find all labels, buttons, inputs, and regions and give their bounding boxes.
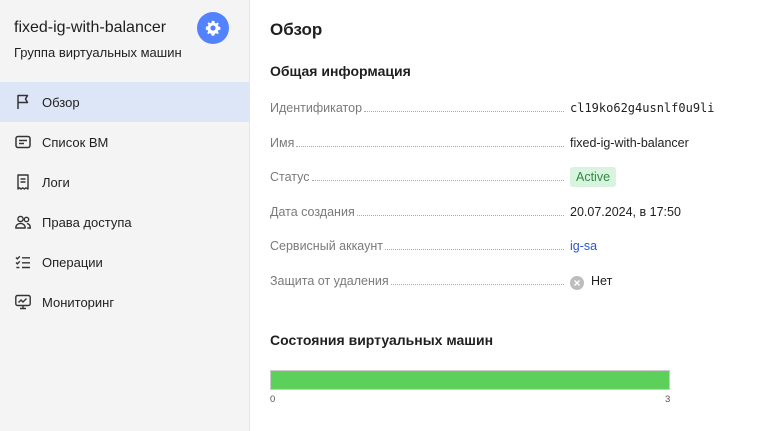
gear-icon (205, 20, 221, 36)
receipt-icon (14, 173, 32, 191)
field-row-service-account: Сервисный аккаунт ig-sa (270, 236, 740, 256)
vm-states-heading: Состояния виртуальных машин (270, 332, 494, 348)
field-row-status: Статус Active (270, 167, 740, 187)
instance-group-subtitle: Группа виртуальных машин (14, 45, 182, 60)
sidebar-item-label: Список ВМ (42, 134, 109, 150)
sidebar-item-logs[interactable]: Логи (0, 162, 249, 202)
dotted-leader (385, 236, 564, 250)
instance-group-title: fixed-ig-with-balancer (14, 19, 167, 36)
list-card-icon (14, 133, 32, 151)
field-row-name: Имя fixed-ig-with-balancer (270, 133, 740, 153)
sidebar-item-operations[interactable]: Операции (0, 242, 249, 282)
sidebar-item-overview[interactable]: Обзор (0, 82, 249, 122)
sidebar-nav: Обзор Список ВМ Логи Права доступа Опера… (0, 82, 249, 322)
field-row-created: Дата создания 20.07.2024, в 17:50 (270, 202, 740, 222)
sidebar-header: fixed-ig-with-balancer Группа виртуальны… (0, 0, 249, 82)
vm-states-bar (270, 370, 670, 390)
close-circle-icon (570, 276, 584, 290)
general-info-heading: Общая информация (270, 63, 411, 79)
dotted-leader (311, 167, 564, 181)
sidebar-item-label: Обзор (42, 94, 80, 110)
field-label: Статус (270, 170, 310, 184)
field-row-deletion-protection: Защита от удаления Нет (270, 271, 740, 291)
field-label: Защита от удаления (270, 274, 389, 288)
field-label: Дата создания (270, 205, 355, 219)
created-value: 20.07.2024, в 17:50 (570, 205, 681, 219)
sidebar-item-label: Операции (42, 254, 103, 270)
main-content: Обзор Общая информация Идентификатор cl1… (270, 0, 740, 431)
dotted-leader (296, 133, 564, 147)
field-label: Сервисный аккаунт (270, 239, 384, 253)
name-value: fixed-ig-with-balancer (570, 136, 689, 150)
monitor-chart-icon (14, 293, 32, 311)
sidebar-item-monitoring[interactable]: Мониторинг (0, 282, 249, 322)
sidebar-item-label: Права доступа (42, 214, 132, 230)
sidebar-item-label: Логи (42, 174, 70, 190)
flag-icon (14, 93, 32, 111)
sidebar-item-label: Мониторинг (42, 294, 115, 310)
bar-min-label: 0 (270, 394, 276, 405)
deletion-protection-value: Нет (591, 274, 613, 288)
dotted-leader (390, 271, 564, 285)
service-account-link[interactable]: ig-sa (570, 236, 597, 256)
field-row-id: Идентификатор cl19ko62g4usnlf0u9li (270, 98, 740, 118)
settings-button[interactable] (197, 12, 229, 44)
sidebar: fixed-ig-with-balancer Группа виртуальны… (0, 0, 250, 431)
sidebar-item-vm-list[interactable]: Список ВМ (0, 122, 249, 162)
persons-icon (14, 213, 32, 231)
vm-states-bar-fill (271, 371, 669, 389)
dotted-leader (364, 98, 564, 112)
sidebar-item-access[interactable]: Права доступа (0, 202, 249, 242)
page-title: Обзор (270, 20, 323, 39)
field-label: Идентификатор (270, 101, 363, 115)
dotted-leader (356, 202, 564, 216)
bar-max-label: 3 (665, 394, 671, 405)
status-badge: Active (570, 167, 617, 187)
id-value[interactable]: cl19ko62g4usnlf0u9li (570, 98, 715, 118)
field-label: Имя (270, 136, 295, 150)
checklist-icon (14, 253, 32, 271)
